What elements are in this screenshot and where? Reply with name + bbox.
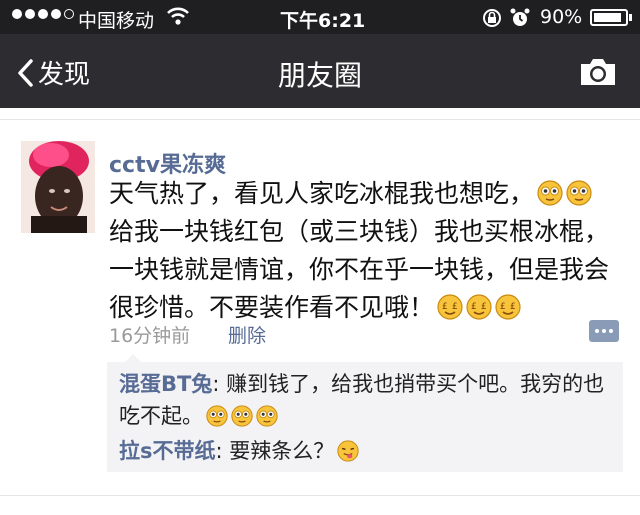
comment-separator: : bbox=[212, 372, 227, 396]
svg-text:£: £ bbox=[452, 302, 458, 312]
pound-eyes-emoji-icon: £ £ bbox=[495, 293, 521, 320]
status-bar: 中国移动 下午6:21 90% bbox=[0, 0, 640, 34]
commenter-name[interactable]: 拉s不带纸 bbox=[119, 439, 216, 463]
comment-text: 要辣条么？ bbox=[229, 439, 335, 463]
alarm-icon bbox=[509, 7, 531, 34]
signal-strength-icon bbox=[12, 9, 74, 19]
post-line: 天气热了，看见人家吃冰棍我也想吃， bbox=[109, 175, 629, 213]
camera-button[interactable] bbox=[578, 56, 618, 92]
moment-post: cctv果冻爽 天气热了，看见人家吃冰棍我也想吃， 给我一块钱红包（或三块钱）我… bbox=[0, 121, 640, 515]
post-content: 天气热了，看见人家吃冰棍我也想吃， 给我一块钱红包（或三块钱）我也买根冰棍， 一… bbox=[109, 175, 629, 327]
post-timestamp: 16分钟前 bbox=[109, 325, 191, 347]
camera-icon bbox=[581, 59, 615, 85]
avatar[interactable] bbox=[21, 141, 95, 233]
comment-button[interactable] bbox=[589, 320, 619, 342]
money-face-emoji-icon bbox=[206, 404, 228, 427]
more-dot bbox=[602, 329, 606, 333]
delete-link[interactable]: 删除 bbox=[228, 321, 266, 348]
battery-icon bbox=[590, 9, 628, 26]
wifi-icon bbox=[166, 6, 190, 31]
post-line: 给我一块钱红包（或三块钱）我也买根冰棍， bbox=[109, 217, 610, 246]
navigation-bar: 发现 朋友圈 bbox=[0, 34, 640, 108]
svg-text:£: £ bbox=[481, 302, 487, 312]
more-dot bbox=[595, 329, 599, 333]
rotation-lock-icon bbox=[481, 7, 503, 34]
commenter-name[interactable]: 混蛋BT兔 bbox=[119, 372, 212, 396]
pound-eyes-emoji-icon: £ £ bbox=[466, 293, 492, 320]
post-divider bbox=[0, 495, 640, 496]
page-title: 朋友圈 bbox=[277, 59, 362, 92]
battery-tip bbox=[629, 14, 632, 21]
comment-item[interactable]: 混蛋BT兔: 赚到钱了，给我也捎带买个吧。我穷的也吃不起。 bbox=[119, 368, 619, 432]
comment-separator: : bbox=[215, 439, 230, 463]
money-face-emoji-icon bbox=[256, 404, 278, 427]
more-dot bbox=[609, 329, 613, 333]
feed-separator bbox=[0, 108, 640, 120]
comment-section: 混蛋BT兔: 赚到钱了，给我也捎带买个吧。我穷的也吃不起。 拉s不带纸: 要辣条… bbox=[107, 354, 623, 472]
post-line: 一块钱就是情谊，你不在乎一块钱，但是我会 bbox=[109, 255, 610, 284]
money-face-emoji-icon bbox=[566, 179, 592, 206]
pound-eyes-emoji-icon: £ £ bbox=[437, 293, 463, 320]
svg-text:£: £ bbox=[442, 302, 448, 312]
svg-text:£: £ bbox=[510, 302, 516, 312]
comment-arrow bbox=[125, 354, 141, 362]
comment-item[interactable]: 拉s不带纸: 要辣条么？ bbox=[119, 435, 619, 467]
tongue-out-emoji-icon bbox=[337, 439, 359, 462]
carrier-name: 中国移动 bbox=[78, 10, 155, 32]
battery-percent: 90% bbox=[540, 6, 583, 28]
svg-text:£: £ bbox=[471, 302, 477, 312]
battery-fill bbox=[594, 13, 621, 22]
money-face-emoji-icon bbox=[537, 179, 563, 206]
money-face-emoji-icon bbox=[231, 404, 253, 427]
svg-text:£: £ bbox=[500, 302, 506, 312]
clock: 下午6:21 bbox=[280, 10, 366, 32]
